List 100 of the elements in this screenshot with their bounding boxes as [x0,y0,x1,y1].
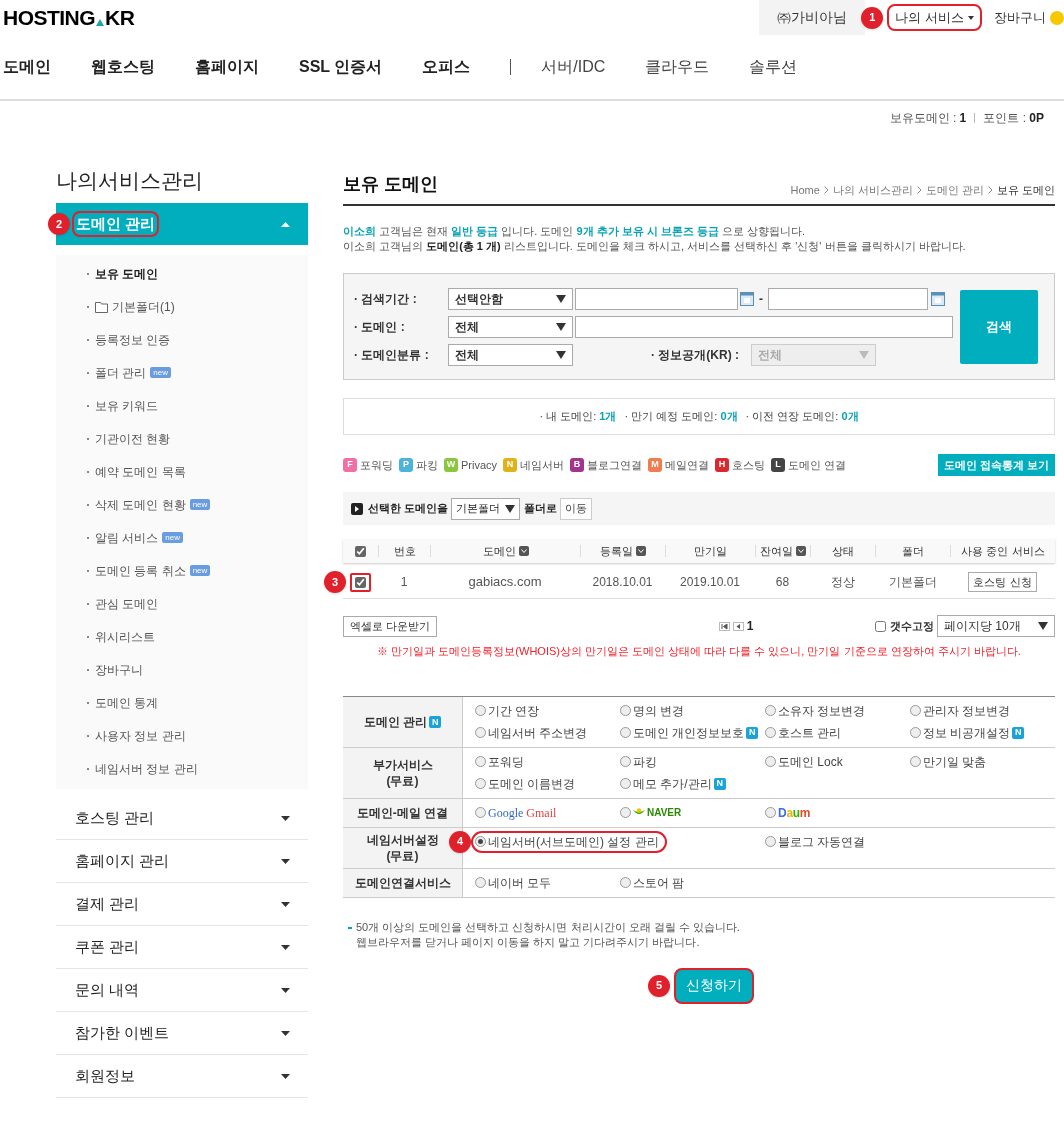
fix-count-checkbox[interactable] [875,620,886,632]
radio-button[interactable] [475,727,486,738]
radio-button[interactable] [475,756,486,767]
logo[interactable]: HOSTING KR [3,7,135,28]
sidebar-item[interactable]: 기본폴더(1) [112,297,175,316]
radio-option[interactable]: 네임서버 주소변경 [475,723,594,742]
sidebar-item[interactable]: 위시리스트 [95,627,155,646]
sidebar-item[interactable]: 사용자 정보 관리 [95,726,186,745]
sidebar-section-header[interactable]: 쿠폰 관리 [56,926,308,969]
radio-button[interactable] [620,705,631,716]
row-checkbox[interactable] [355,576,366,588]
sidebar-section-header[interactable]: 문의 내역 [56,969,308,1012]
radio-option[interactable]: 포워딩 [475,752,530,771]
column-header[interactable]: 도메인 [482,542,516,560]
calendar-icon[interactable] [740,291,754,306]
sort-icon[interactable] [518,546,529,556]
sidebar-section-header[interactable]: 홈페이지 관리 [56,840,308,883]
breadcrumb-link[interactable]: 나의 서비스관리 [832,181,913,198]
radio-button[interactable] [765,705,776,716]
column-header[interactable]: 등록일 [600,542,633,560]
folder-select[interactable]: 기본폴더 [451,497,521,520]
sidebar-item[interactable]: 장바구니 [95,660,143,679]
calendar-icon[interactable] [931,291,945,306]
sidebar-section-header[interactable]: 결제 관리 [56,883,308,926]
sidebar-item[interactable]: 보유 도메인 [95,264,159,283]
radio-button[interactable] [620,807,631,818]
nav-link[interactable]: 도메인 [3,55,51,79]
radio-option[interactable]: 호스트 관리 [765,723,848,742]
select-field[interactable]: 전체 [448,315,573,338]
excel-download-button[interactable]: 엑셀로 다운받기 [343,615,437,637]
column-header[interactable]: 사용 중인 서비스 [961,542,1045,560]
radio-option[interactable]: 도메인 이름변경 [475,774,582,793]
radio-option[interactable]: 관리자 정보변경 [910,701,1017,720]
select-field[interactable]: 전체 [448,343,573,366]
page-number[interactable]: 1 [746,617,754,635]
radio-button[interactable] [910,727,921,738]
date-input[interactable] [575,287,738,310]
column-header[interactable]: 잔여일 [760,542,793,560]
domain-input[interactable] [575,315,953,338]
first-page-icon[interactable] [718,621,730,631]
cart-link[interactable]: 장바구니 [994,7,1046,28]
move-button[interactable]: 이동 [560,497,593,520]
radio-option[interactable]: 만기일 맞춤 [910,752,993,771]
radio-button[interactable] [475,778,486,789]
nav-link[interactable]: 서버/IDC [541,55,606,79]
radio-button[interactable] [475,807,486,818]
radio-option[interactable]: 소유자 정보변경 [765,701,872,720]
breadcrumb-link[interactable]: 보유 도메인 [996,181,1055,198]
sidebar-item[interactable]: 도메인 통계 [95,693,159,712]
radio-option[interactable]: 정보 비공개설정 N [910,723,1031,742]
nav-link[interactable]: 솔루션 [749,55,798,79]
sidebar-section-header[interactable]: 호스팅 관리 [56,797,308,840]
sidebar-item[interactable]: 관심 도메인 [95,594,159,613]
date-input[interactable] [768,287,928,310]
nav-link[interactable]: SSL 인증서 [299,55,383,79]
radio-option[interactable]: 명의 변경 [620,701,691,720]
column-header[interactable]: 번호 [393,542,416,560]
radio-option[interactable]: 블로그 자동연결 [765,832,872,851]
radio-button[interactable] [475,836,486,847]
breadcrumb-link[interactable]: 도메인 관리 [925,181,984,198]
sort-icon[interactable] [636,546,646,556]
sort-icon[interactable] [796,546,806,556]
radio-option[interactable]: 파킹 [620,752,663,771]
radio-button[interactable] [765,807,776,818]
radio-option[interactable]: 기간 연장 [475,701,546,720]
radio-option[interactable]: 도메인 개인정보보호 N [620,723,765,742]
radio-button[interactable] [765,727,776,738]
sidebar-section-header[interactable]: 회원정보 [56,1055,308,1098]
sidebar-item[interactable]: 도메인 등록 취소 [95,561,186,580]
radio-option[interactable]: Google Gmail [475,803,563,822]
radio-button[interactable] [475,705,486,716]
sidebar-item[interactable]: 네임서버 정보 관리 [95,759,198,778]
sidebar-item[interactable]: 삭제 도메인 현황 [95,495,186,514]
radio-button[interactable] [620,727,631,738]
column-header[interactable]: 상태 [832,542,854,560]
radio-button[interactable] [765,756,776,767]
sidebar-section-header[interactable]: 참가한 이벤트 [56,1012,308,1055]
sidebar-item[interactable]: 등록정보 인증 [95,330,171,349]
radio-option[interactable]: 네임서버(서브도메인) 설정 관리 [471,830,667,853]
radio-button[interactable] [620,778,631,789]
radio-button[interactable] [475,877,486,888]
breadcrumb-link[interactable]: Home [790,181,820,198]
nav-link[interactable]: 오피스 [422,55,471,79]
my-service-menu[interactable]: 나의 서비스 [887,3,982,32]
radio-option[interactable]: 도메인 Lock [765,752,849,771]
radio-option[interactable]: 스토어 팜 [620,873,691,892]
column-header[interactable]: 만기일 [694,542,727,560]
select-all-checkbox[interactable] [355,545,366,557]
nav-link[interactable]: 웹호스팅 [91,55,155,79]
radio-button[interactable] [910,705,921,716]
nav-link[interactable]: 클라우드 [645,55,710,79]
radio-button[interactable] [765,836,776,847]
radio-option[interactable]: 메모 추가/관리 N [620,774,732,793]
sidebar-item[interactable]: 기관이전 현황 [95,429,171,448]
sidebar-item[interactable]: 예약 도메인 목록 [95,462,186,481]
radio-option[interactable]: Daum [765,803,817,822]
sidebar-item[interactable]: 폴더 관리 [95,363,147,382]
previous-page-icon[interactable] [732,621,744,631]
column-header[interactable]: 폴더 [902,542,924,560]
radio-button[interactable] [620,756,631,767]
